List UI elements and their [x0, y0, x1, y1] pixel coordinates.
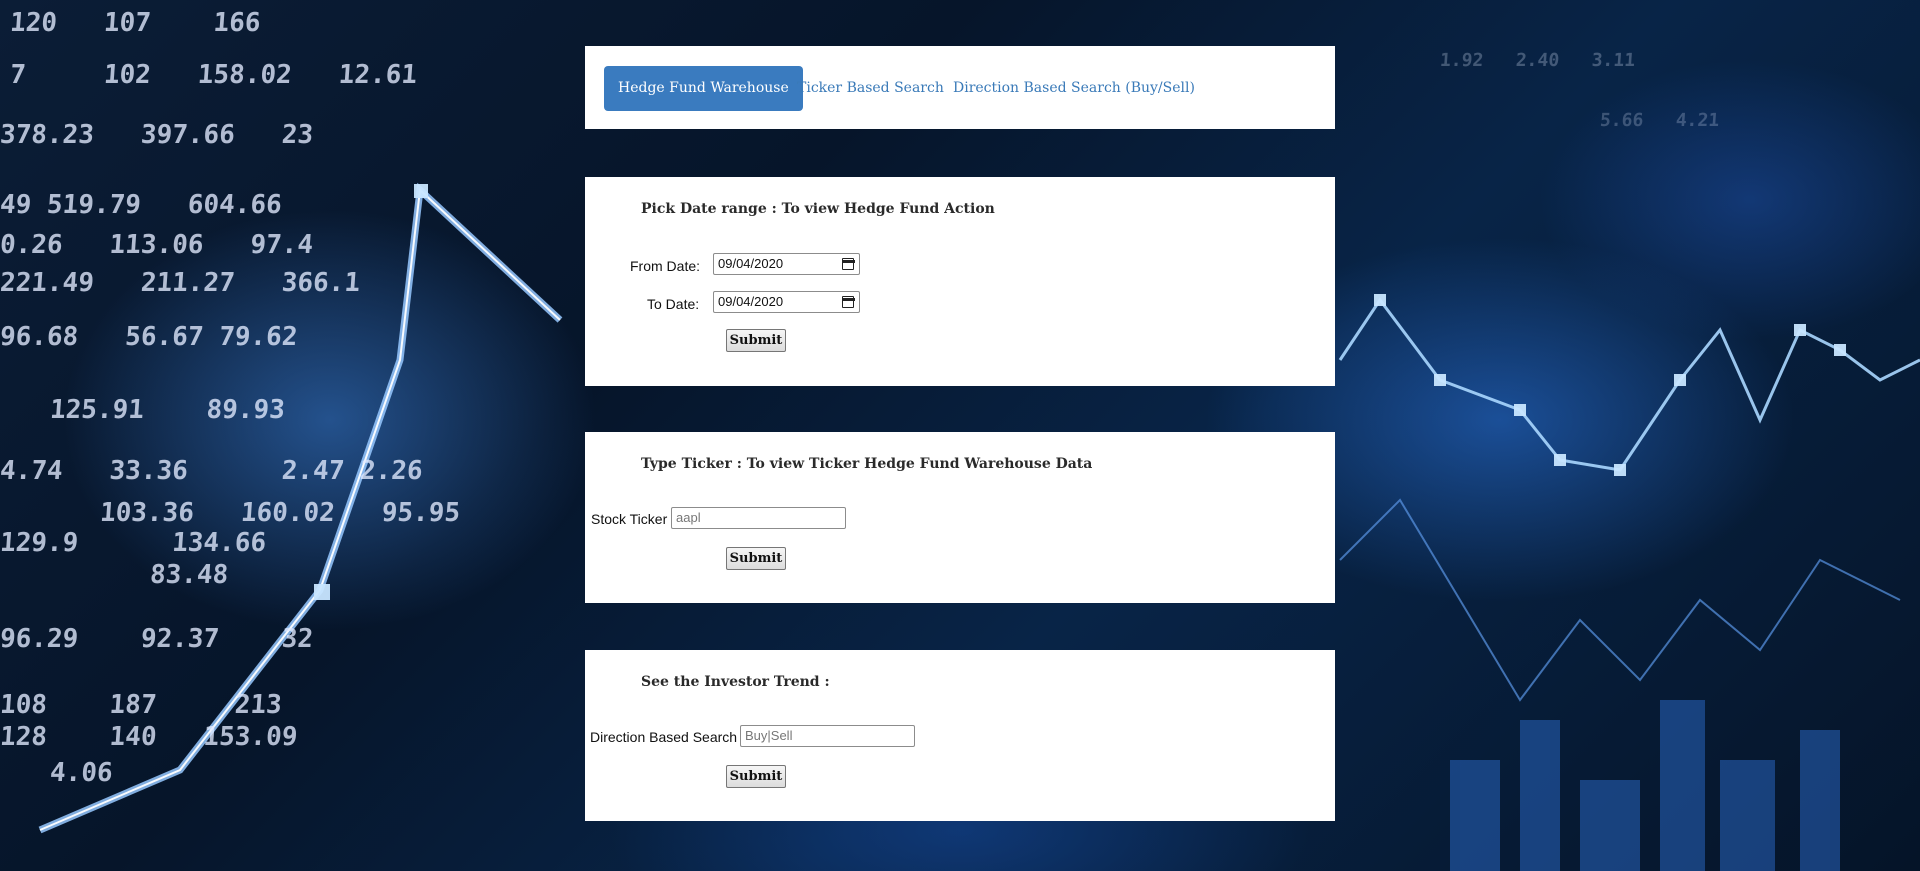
- direction-submit-button[interactable]: Submit: [726, 765, 786, 788]
- from-date-value: 09/04/2020: [718, 256, 784, 271]
- from-date-input[interactable]: 09/04/2020: [713, 253, 860, 275]
- background-text: 128 140 153.09: [0, 722, 299, 752]
- calendar-icon[interactable]: [841, 258, 855, 270]
- background-text: 0.26 113.06 97.4: [0, 230, 315, 260]
- background-text: 1.92 2.40 3.11: [1439, 50, 1636, 71]
- date-range-panel: Pick Date range : To view Hedge Fund Act…: [585, 177, 1335, 386]
- direction-search-label: Direction Based Search: [590, 729, 738, 745]
- stock-ticker-placeholder: aapl: [676, 510, 701, 525]
- direction-search-input[interactable]: Buy|Sell: [740, 725, 915, 747]
- background-text: 120 107 166: [8, 8, 262, 38]
- background-text: 4.06: [48, 758, 114, 788]
- background-text: 103.36 160.02 95.95: [98, 498, 462, 528]
- background-text: 5.66 4.21: [1599, 110, 1720, 131]
- tab-hedge-fund-warehouse[interactable]: Hedge Fund Warehouse: [604, 66, 803, 111]
- ticker-submit-button[interactable]: Submit: [726, 547, 786, 570]
- ticker-heading: Type Ticker : To view Ticker Hedge Fund …: [641, 456, 1093, 472]
- direction-panel: See the Investor Trend : Direction Based…: [585, 650, 1335, 821]
- background-text: 108 187 213: [0, 690, 283, 720]
- ticker-panel: Type Ticker : To view Ticker Hedge Fund …: [585, 432, 1335, 603]
- date-range-submit-button[interactable]: Submit: [726, 329, 786, 352]
- tab-ticker-based-search[interactable]: Ticker Based Search: [797, 66, 944, 111]
- background-text: 125.91 89.93: [48, 395, 286, 425]
- nav-bar: Hedge Fund Warehouse Ticker Based Search…: [585, 46, 1335, 129]
- to-date-input[interactable]: 09/04/2020: [713, 291, 860, 313]
- to-date-value: 09/04/2020: [718, 294, 784, 309]
- date-range-heading: Pick Date range : To view Hedge Fund Act…: [641, 201, 995, 217]
- background-text: 221.49 211.27 366.1: [0, 268, 362, 298]
- direction-heading: See the Investor Trend :: [641, 674, 830, 690]
- tab-direction-based-search[interactable]: Direction Based Search (Buy/Sell): [953, 66, 1195, 111]
- calendar-icon[interactable]: [841, 296, 855, 308]
- background-text: 96.29 92.37 32: [0, 624, 315, 654]
- direction-search-placeholder: Buy|Sell: [745, 728, 793, 743]
- from-date-label: From Date:: [630, 258, 701, 274]
- background-text: 129.9 134.66: [0, 528, 268, 558]
- background-text: 96.68 56.67 79.62: [0, 322, 299, 352]
- background-text: 83.48: [148, 560, 230, 590]
- stock-ticker-input[interactable]: aapl: [671, 507, 846, 529]
- stock-ticker-label: Stock Ticker: [591, 511, 668, 527]
- background-text: 7 102 158.02 12.61: [8, 60, 419, 90]
- background-text: 4.74 33.36 2.47 2.26: [0, 456, 424, 486]
- to-date-label: To Date:: [647, 296, 700, 312]
- background-text: 49 519.79 604.66: [0, 190, 283, 220]
- background-text: 378.23 397.66 23: [0, 120, 315, 150]
